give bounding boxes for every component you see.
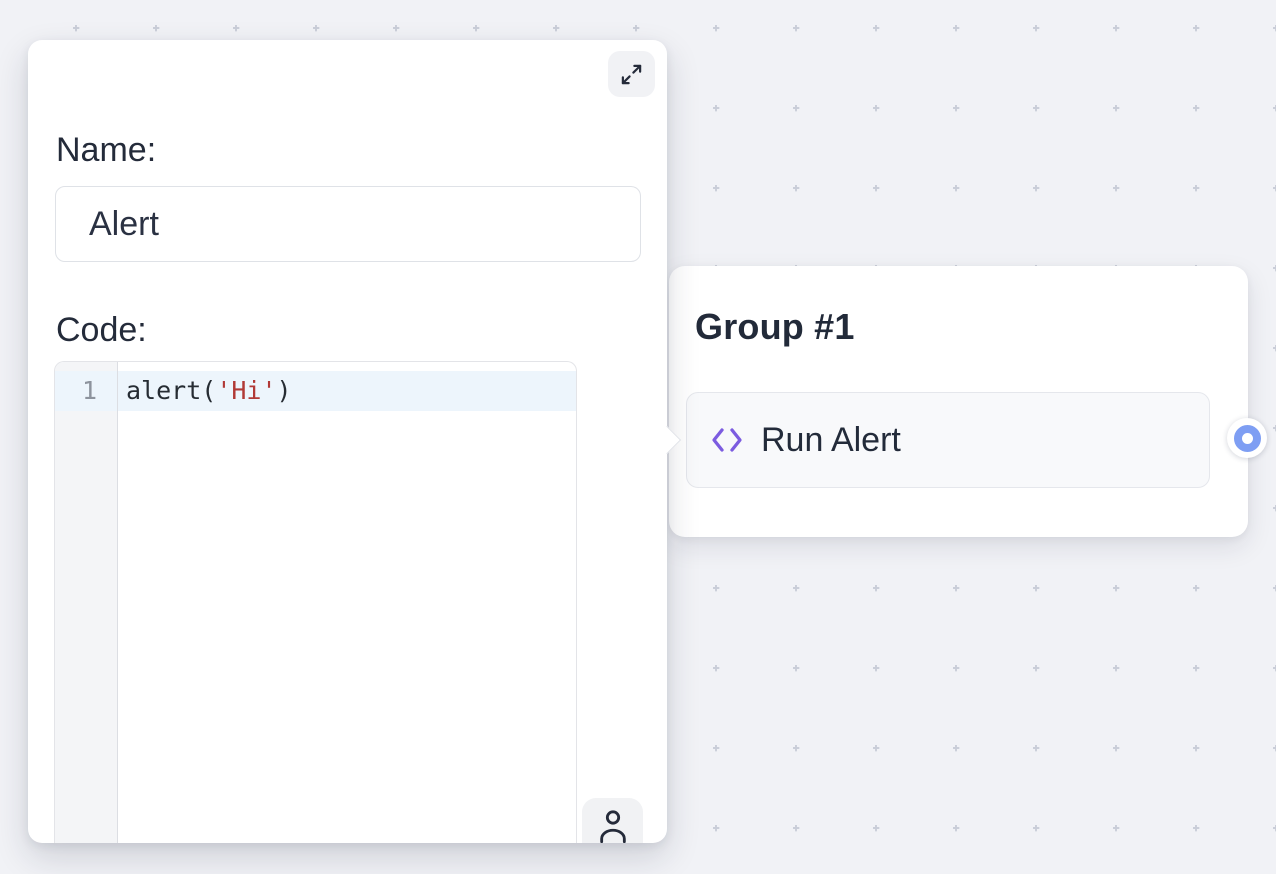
code-token: ) <box>277 376 292 405</box>
node-output-handle[interactable] <box>1227 418 1267 458</box>
node-editor-panel: Name: Code: 1 alert('Hi') <box>28 40 667 843</box>
line-number: 1 <box>55 371 117 411</box>
node-run-alert[interactable]: Run Alert <box>686 392 1210 488</box>
code-string-token: 'Hi' <box>216 376 276 405</box>
line-number-gutter <box>55 362 117 843</box>
handle-ring-icon <box>1234 425 1261 452</box>
name-label: Name: <box>56 128 156 172</box>
code-line: alert('Hi') <box>126 371 292 411</box>
group-title: Group #1 <box>695 306 855 348</box>
group-node-card[interactable]: Group #1 Run Alert <box>669 266 1248 537</box>
code-brackets-icon <box>710 426 744 454</box>
name-input[interactable] <box>55 186 641 262</box>
code-label: Code: <box>56 308 147 352</box>
person-icon <box>596 807 630 844</box>
flow-canvas[interactable]: Group #1 Run Alert <box>0 0 1276 874</box>
expand-diagonal-icon <box>620 63 643 86</box>
code-token: alert( <box>126 376 216 405</box>
user-button[interactable] <box>582 798 643 843</box>
node-label: Run Alert <box>761 421 901 460</box>
code-editor[interactable]: 1 alert('Hi') <box>54 361 577 843</box>
gutter-divider <box>117 362 118 843</box>
expand-button[interactable] <box>608 51 655 97</box>
